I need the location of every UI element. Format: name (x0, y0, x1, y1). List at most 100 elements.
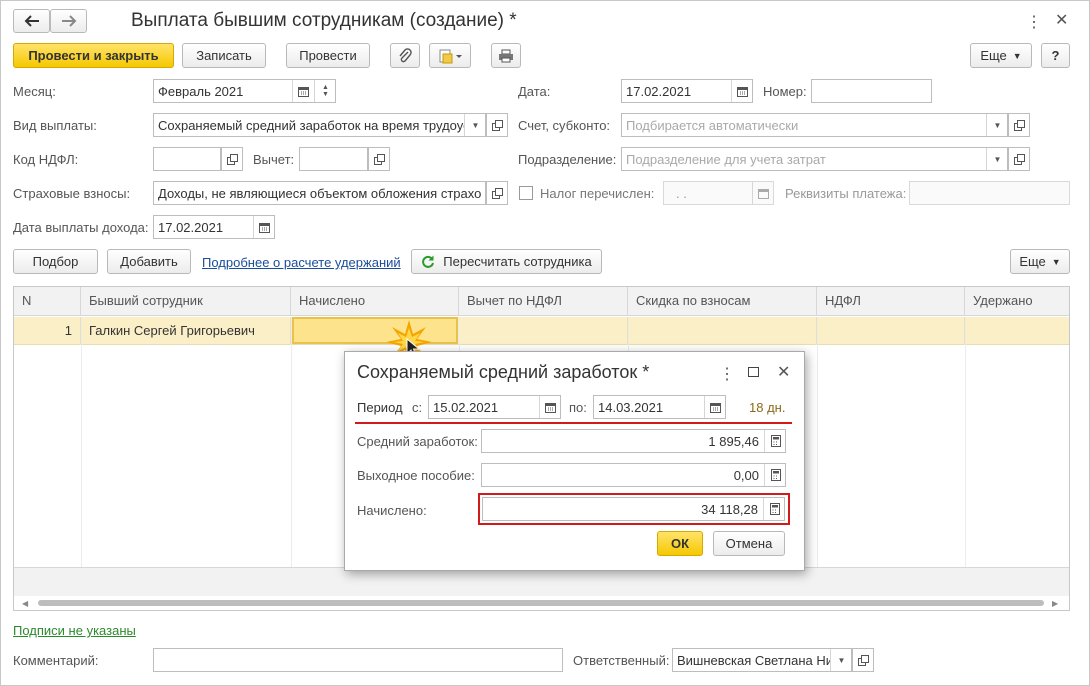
cell-discount[interactable] (628, 317, 817, 345)
calendar-icon[interactable] (292, 80, 314, 102)
calendar-icon[interactable] (539, 396, 560, 418)
cancel-button[interactable]: Отмена (713, 531, 785, 556)
table-more-button[interactable]: Еще ▼ (1010, 249, 1070, 274)
table-footer (14, 567, 1069, 596)
insurance-field[interactable]: Доходы, не являющиеся объектом обложения… (153, 181, 486, 205)
signatures-link[interactable]: Подписи не указаны (13, 623, 136, 638)
calculator-icon[interactable] (764, 464, 785, 486)
column-header-employee[interactable]: Бывший сотрудник (81, 287, 291, 316)
number-field[interactable] (811, 79, 932, 103)
forward-button[interactable] (50, 9, 87, 33)
add-button[interactable]: Добавить (107, 249, 191, 274)
comment-label: Комментарий: (13, 653, 99, 668)
tax-paid-checkbox[interactable] (519, 186, 533, 200)
print-button[interactable] (491, 43, 521, 68)
period-to-value: 14.03.2021 (598, 399, 664, 415)
column-divider (291, 317, 292, 567)
scroll-thumb[interactable] (38, 600, 1044, 606)
paperclip-icon (399, 47, 412, 62)
pay-type-field[interactable]: Сохраняемый средний заработок на время т… (153, 113, 486, 137)
income-date-field[interactable]: 17.02.2021 (153, 215, 275, 239)
column-header-accrued[interactable]: Начислено (291, 287, 459, 316)
dropdown-arrow-icon[interactable]: ▼ (464, 114, 485, 136)
open-icon[interactable] (486, 181, 508, 205)
dropdown-arrow-icon[interactable]: ▼ (986, 114, 1007, 136)
column-header-discount[interactable]: Скидка по взносам (628, 287, 817, 316)
payment-details-field[interactable] (909, 181, 1070, 205)
more-button[interactable]: Еще ▼ (970, 43, 1032, 68)
ndfl-code-field[interactable] (153, 147, 221, 171)
spin-icon[interactable]: ▲ ▼ (314, 80, 335, 102)
dropdown-arrow-icon[interactable]: ▼ (986, 148, 1007, 170)
save-button[interactable]: Записать (182, 43, 266, 68)
calendar-icon[interactable] (704, 396, 725, 418)
pay-type-value: Сохраняемый средний заработок на время т… (158, 117, 470, 133)
month-field[interactable]: Февраль 2021 ▲ ▼ (153, 79, 336, 103)
calendar-icon[interactable] (253, 216, 274, 238)
maximize-icon[interactable] (748, 367, 759, 377)
select-button[interactable]: Подбор (13, 249, 98, 274)
division-label: Подразделение: (518, 152, 617, 167)
avg-field[interactable]: 1 895,46 (481, 429, 786, 453)
date-field[interactable]: 17.02.2021 (621, 79, 753, 103)
cell-employee[interactable]: Галкин Сергей Григорьевич (81, 317, 291, 345)
dialog-kebab-icon[interactable]: ⋮ (719, 364, 735, 384)
column-header-n[interactable]: N (14, 287, 81, 316)
severance-label: Выходное пособие: (357, 468, 475, 483)
attach-button[interactable] (390, 43, 420, 68)
average-earnings-dialog: Сохраняемый средний заработок * ⋮ ✕ Пери… (344, 351, 805, 571)
period-from-field[interactable]: 15.02.2021 (428, 395, 561, 419)
tax-paid-date-field[interactable]: . . (663, 181, 774, 205)
dropdown-arrow-icon[interactable]: ▼ (830, 649, 851, 671)
responsible-field[interactable]: Вишневская Светлана Ни ▼ (672, 648, 852, 672)
open-icon[interactable] (852, 648, 874, 672)
period-underline (355, 422, 792, 424)
open-icon[interactable] (1008, 113, 1030, 137)
scroll-right-icon[interactable]: ▶ (1052, 599, 1058, 608)
deduction-field[interactable] (299, 147, 368, 171)
division-field[interactable]: Подразделение для учета затрат ▼ (621, 147, 1008, 171)
calendar-icon[interactable] (752, 182, 773, 204)
table-row[interactable]: 1 Галкин Сергей Григорьевич (14, 317, 1069, 345)
kebab-menu-icon[interactable]: ⋮ (1026, 12, 1042, 32)
pay-type-label: Вид выплаты: (13, 118, 97, 133)
calendar-icon[interactable] (731, 80, 752, 102)
open-icon[interactable] (221, 147, 243, 171)
cell-ndfl[interactable] (817, 317, 965, 345)
open-icon[interactable] (1008, 147, 1030, 171)
month-label: Месяц: (13, 84, 56, 99)
cell-n: 1 (14, 317, 81, 345)
tax-paid-label: Налог перечислен: (540, 186, 655, 201)
column-header-withheld[interactable]: Удержано (965, 287, 1069, 316)
severance-field[interactable]: 0,00 (481, 463, 786, 487)
post-and-close-button[interactable]: Провести и закрыть (13, 43, 174, 68)
details-link[interactable]: Подробнее о расчете удержаний (202, 255, 401, 270)
calculator-icon[interactable] (763, 498, 784, 520)
horizontal-scrollbar[interactable]: ◀ ▶ (14, 596, 1069, 610)
scroll-left-icon[interactable]: ◀ (22, 599, 28, 608)
column-header-ndfl[interactable]: НДФЛ (817, 287, 965, 316)
accrued-field[interactable]: 34 118,28 (482, 497, 785, 521)
column-header-ndfl-deduction[interactable]: Вычет по НДФЛ (459, 287, 628, 316)
comment-field[interactable] (153, 648, 563, 672)
open-icon[interactable] (368, 147, 390, 171)
column-divider (817, 317, 818, 567)
cell-withheld[interactable] (965, 317, 1069, 345)
help-button[interactable]: ? (1041, 43, 1070, 68)
column-divider (81, 317, 82, 567)
period-to-field[interactable]: 14.03.2021 (593, 395, 726, 419)
calculator-icon[interactable] (764, 430, 785, 452)
post-button[interactable]: Провести (286, 43, 370, 68)
payment-details-label: Реквизиты платежа: (785, 186, 907, 201)
income-date-label: Дата выплаты дохода: (13, 220, 149, 235)
back-button[interactable] (13, 9, 50, 33)
close-icon[interactable]: ✕ (1055, 10, 1068, 30)
open-icon[interactable] (486, 113, 508, 137)
cell-ndfl-deduction[interactable] (459, 317, 628, 345)
ok-button[interactable]: ОК (657, 531, 703, 556)
recalc-button[interactable]: Пересчитать сотрудника (411, 249, 602, 274)
dialog-close-icon[interactable]: ✕ (777, 362, 790, 382)
create-based-on-button[interactable] (429, 43, 471, 68)
account-field[interactable]: Подбирается автоматически ▼ (621, 113, 1008, 137)
arrow-right-icon (61, 15, 76, 27)
